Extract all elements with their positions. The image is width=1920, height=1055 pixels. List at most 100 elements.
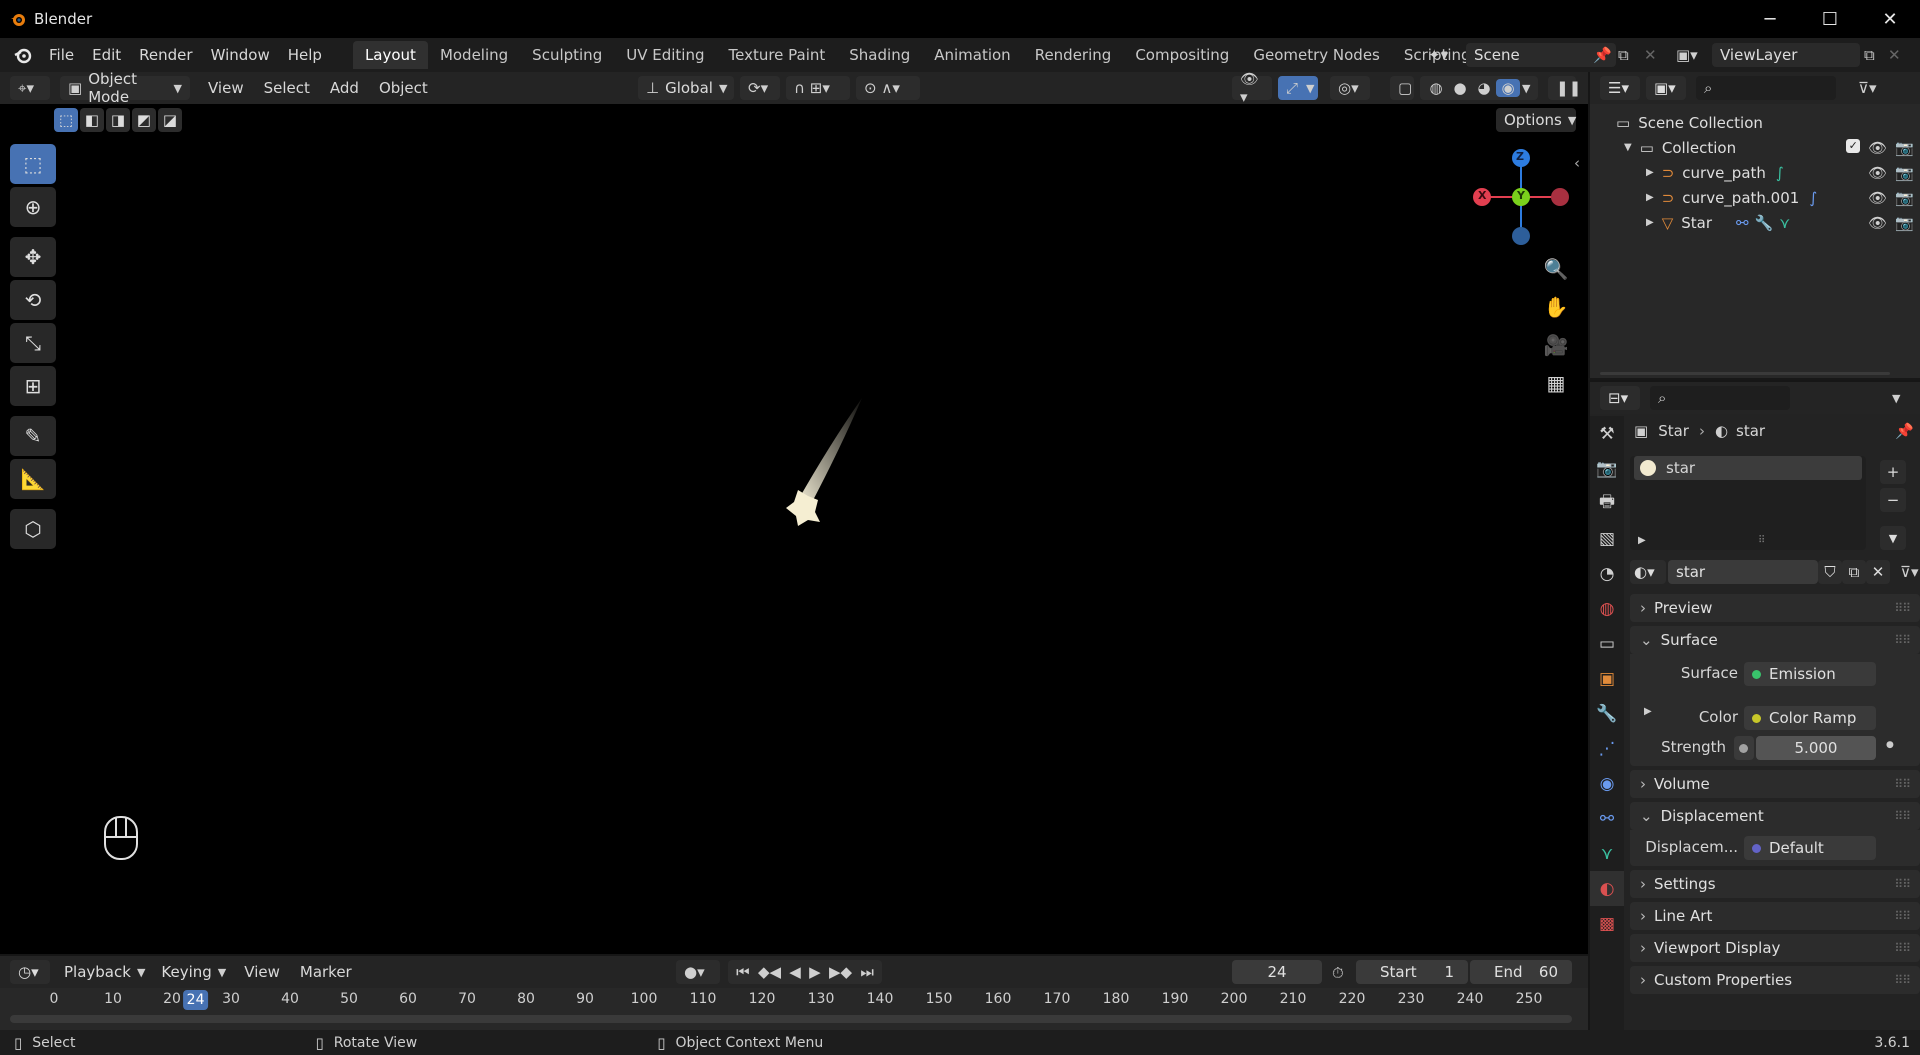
drag-grip-icon[interactable]: ⠿⠿ [1894,809,1911,823]
camera-icon[interactable]: 📷 [1895,164,1914,182]
fake-user-icon[interactable]: ⛉ [1818,560,1842,584]
tab-rendering[interactable]: Rendering [1023,41,1124,69]
jump-start-icon[interactable]: ⏮ [736,963,750,981]
exclude-checkbox[interactable]: ✓ [1846,138,1861,153]
outliner-item-curve-path[interactable]: ▶ ⊃ curve_path ∫ 👁 📷 [1590,160,1920,185]
perspective-grid-icon[interactable]: ▦ [1540,366,1572,400]
pivot-point-selector[interactable]: ⟳▾ [740,76,780,100]
tab-geometry-nodes[interactable]: Geometry Nodes [1241,41,1392,69]
add-slot-button[interactable]: + [1880,460,1906,484]
chevron-down-icon[interactable]: ▼ [1306,82,1314,95]
display-mode-icon[interactable]: ▣▾ [1646,76,1686,100]
new-view-layer-icon[interactable]: ⧉ [1864,46,1875,64]
close-button[interactable]: ✕ [1860,0,1920,38]
tool-tab-icon[interactable]: ⚒ [1590,416,1624,451]
camera-icon[interactable]: 📷 [1895,139,1914,157]
expand-arrow-icon[interactable]: ▶ [1646,217,1654,228]
camera-icon[interactable]: 📷 [1895,189,1914,207]
slot-specials-button[interactable]: ▼ [1880,526,1906,550]
rendered-shading-icon[interactable]: ◉ [1496,79,1520,97]
select-new-icon[interactable]: ⬚ [54,108,78,132]
material-tab-icon[interactable]: ◐ [1590,871,1624,906]
tab-sculpting[interactable]: Sculpting [520,41,614,69]
pause-render-button[interactable]: ❚❚ [1548,76,1581,100]
snapping-toggle[interactable]: ∩ ⊞▾ [786,76,850,100]
cursor-tool-icon[interactable]: ⊕ [10,187,56,227]
play-reverse-icon[interactable]: ◀ [789,963,801,981]
menu-view[interactable]: View [234,963,290,981]
delete-view-layer-icon[interactable]: ✕ [1888,46,1901,64]
start-frame-input[interactable]: Start 1 [1356,960,1468,984]
drag-grip-icon[interactable]: ⠿⠿ [1894,601,1911,615]
add-cube-tool-icon[interactable]: ⬡ [10,509,56,549]
panel-viewport-display[interactable]: › Viewport Display ⠿⠿ [1630,934,1920,962]
outliner-editor-type-icon[interactable]: ☰▾ [1600,76,1640,100]
proportional-editing-toggle[interactable]: ⊙ ∧▾ [856,76,920,100]
rotate-tool-icon[interactable]: ⟲ [10,280,56,320]
panel-preview[interactable]: › Preview ⠿⠿ [1630,594,1920,622]
scene-tab-icon[interactable]: ◔ [1590,556,1624,591]
browse-material-icon[interactable]: ◐▾ [1630,560,1666,584]
texture-tab-icon[interactable]: ▩ [1590,906,1624,941]
transform-orientation-selector[interactable]: ⊥ Global ▼ [638,76,734,100]
tab-layout[interactable]: Layout [352,41,428,69]
menu-edit[interactable]: Edit [83,38,130,72]
collection-tab-icon[interactable]: ▭ [1590,626,1624,661]
color-input-field[interactable]: Color Ramp [1744,706,1876,730]
measure-tool-icon[interactable]: 📐 [10,459,56,499]
panel-volume[interactable]: › Volume ⠿⠿ [1630,770,1920,798]
sidebar-toggle-icon[interactable]: ‹ [1574,154,1580,172]
scene-collection-row[interactable]: ▭ Scene Collection [1590,110,1920,135]
preview-range-clock-icon[interactable]: ⏱ [1332,964,1344,982]
panel-line-art[interactable]: › Line Art ⠿⠿ [1630,902,1920,930]
wireframe-shading-icon[interactable]: ◍ [1424,79,1448,97]
expand-arrow-icon[interactable]: ▶ [1646,167,1654,178]
view-layer-field[interactable]: ViewLayer [1712,43,1860,67]
delete-scene-icon[interactable]: ✕ [1644,46,1657,64]
pin-icon[interactable]: 📌 [1895,422,1914,440]
object-tab-icon[interactable]: ▣ [1590,661,1624,696]
solid-shading-icon[interactable]: ● [1448,79,1472,97]
select-subtract-icon[interactable]: ◨ [106,108,130,132]
tab-modeling[interactable]: Modeling [428,41,520,69]
timeline-editor-type-icon[interactable]: ◷▾ [10,960,50,984]
node-filter-icon[interactable]: ⊽▾ [1900,563,1919,581]
pin-icon[interactable]: 📌 [1593,46,1612,64]
select-intersect-icon[interactable]: ◪ [158,108,182,132]
new-scene-icon[interactable]: ⧉ [1618,46,1629,64]
3d-viewport[interactable] [0,104,1588,954]
tab-compositing[interactable]: Compositing [1123,41,1241,69]
overlays-toggle[interactable]: ◎▾ [1330,76,1370,100]
select-extend-icon[interactable]: ◧ [80,108,104,132]
jump-end-icon[interactable]: ⏭ [860,963,874,981]
chevron-down-icon[interactable]: ▼ [1522,82,1530,95]
tab-shading[interactable]: Shading [837,41,922,69]
move-tool-icon[interactable]: ✥ [10,237,56,277]
menu-playback[interactable]: Playback ▼ [56,960,153,984]
properties-search-input[interactable]: ⌕ [1650,386,1790,410]
outliner-scrollbar[interactable] [1600,372,1890,375]
pan-hand-icon[interactable]: ✋ [1540,290,1572,324]
tab-uv-editing[interactable]: UV Editing [614,41,716,69]
material-preview-shading-icon[interactable]: ◕ [1472,79,1496,97]
view-layer-selector-icon[interactable]: ▣▾ [1676,46,1698,64]
select-box-tool-icon[interactable]: ⬚ [10,144,56,184]
menu-render[interactable]: Render [130,38,201,72]
annotate-tool-icon[interactable]: ✎ [10,416,56,456]
auto-keying-toggle[interactable]: ●▾ [676,960,720,984]
strength-socket-button[interactable] [1734,736,1754,760]
maximize-button[interactable]: ☐ [1800,0,1860,38]
menu-add[interactable]: Add [320,79,369,97]
expand-arrow-icon[interactable]: ▶ [1638,535,1646,546]
panel-surface[interactable]: ⌄ Surface ⠿⠿ [1630,626,1920,654]
timeline-scrollbar[interactable] [10,1015,1572,1023]
eye-icon[interactable]: 👁 [1868,214,1887,232]
menu-object[interactable]: Object [369,79,438,97]
collection-row[interactable]: ▼ ▭ Collection ✓ 👁 📷 [1590,135,1920,160]
resize-handle-icon[interactable]: ⠿ [1758,535,1765,546]
physics-tab-icon[interactable]: ◉ [1590,766,1624,801]
material-slot-item[interactable]: star [1634,456,1862,480]
panel-settings[interactable]: › Settings ⠿⠿ [1630,870,1920,898]
mode-selector[interactable]: ▣ Object Mode ▼ [60,70,190,106]
navigation-gizmo[interactable]: Z X Y [1468,146,1574,252]
